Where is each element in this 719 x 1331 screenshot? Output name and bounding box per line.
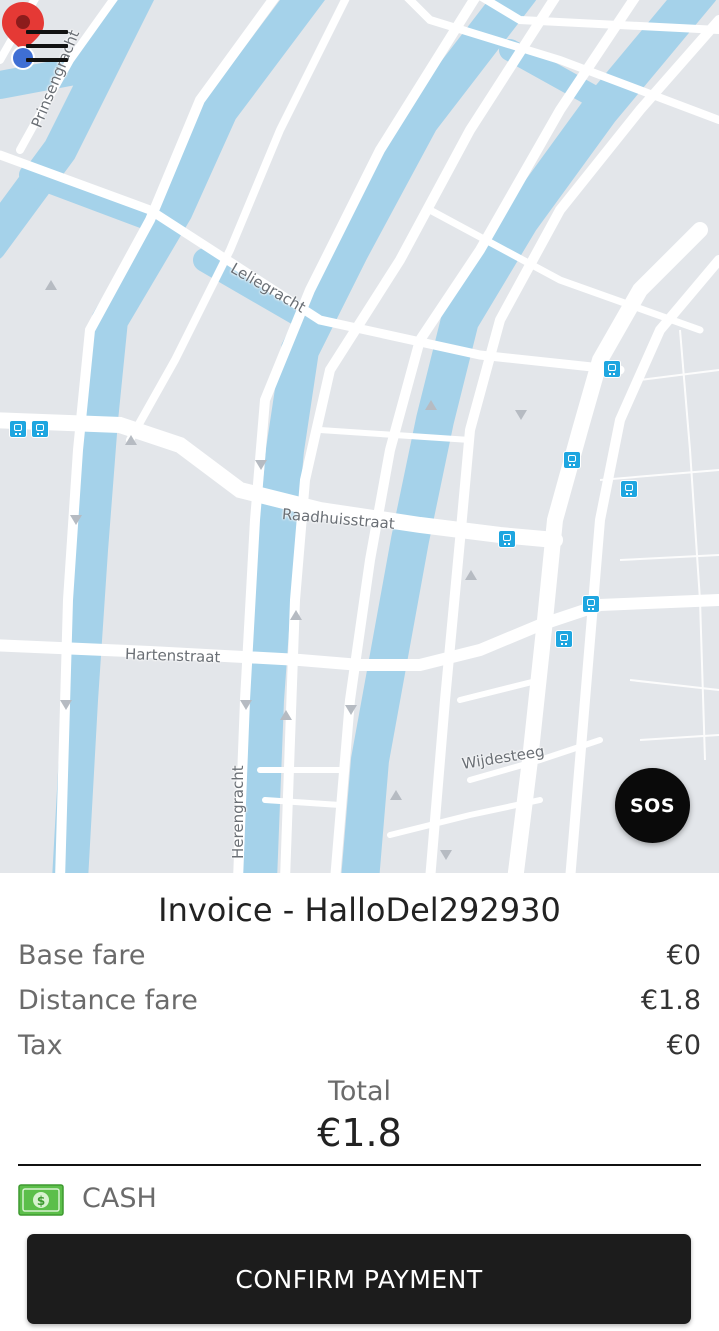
- fare-row-label: Tax: [18, 1030, 63, 1061]
- payment-method-label[interactable]: CASH: [82, 1183, 157, 1214]
- invoice-panel: Invoice - HalloDel292930 Base fare €0 Di…: [0, 873, 719, 1331]
- tram-stop-icon[interactable]: [582, 595, 600, 613]
- svg-text:$: $: [37, 1194, 45, 1208]
- tram-stop-icon[interactable]: [555, 630, 573, 648]
- tram-stop-icon[interactable]: [620, 480, 638, 498]
- total-amount: €1.8: [317, 1111, 402, 1155]
- fare-row-value: €0: [666, 1030, 701, 1061]
- confirm-payment-button[interactable]: CONFIRM PAYMENT: [27, 1234, 691, 1324]
- fare-row-tax: Tax €0: [18, 1030, 701, 1070]
- total-label: Total: [327, 1076, 392, 1107]
- sos-button[interactable]: SOS: [615, 768, 690, 843]
- map-view[interactable]: Prinsengracht Leliegracht Raadhuisstraat…: [0, 0, 719, 873]
- fare-row-label: Base fare: [18, 940, 146, 971]
- bus-stop-icon[interactable]: [603, 360, 621, 378]
- fare-row-value: €1.8: [640, 985, 701, 1016]
- street-label-hartenstraat: Hartenstraat: [124, 645, 221, 667]
- street-label-herengracht: Herengracht: [229, 765, 247, 859]
- divider: [18, 1164, 701, 1166]
- fare-row-value: €0: [666, 940, 701, 971]
- hamburger-menu-icon[interactable]: [26, 30, 70, 66]
- tram-stop-icon[interactable]: [563, 451, 581, 469]
- fare-row-distance: Distance fare €1.8: [18, 985, 701, 1025]
- tram-stop-icon[interactable]: [9, 420, 27, 438]
- cash-icon: $: [18, 1184, 64, 1216]
- fare-row-label: Distance fare: [18, 985, 198, 1016]
- fare-row-base: Base fare €0: [18, 940, 701, 980]
- invoice-title: Invoice - HalloDel292930: [158, 891, 561, 929]
- tram-stop-icon[interactable]: [498, 530, 516, 548]
- map-canvas: [0, 0, 719, 873]
- bus-stop-icon[interactable]: [31, 420, 49, 438]
